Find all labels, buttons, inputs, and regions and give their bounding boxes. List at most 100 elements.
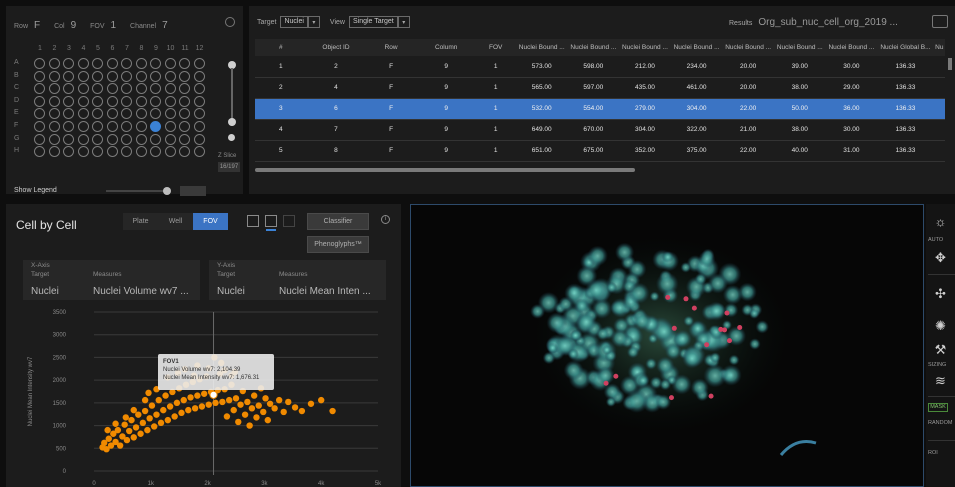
data-point[interactable] [123,436,131,444]
plate-well[interactable] [121,58,132,69]
data-point[interactable] [173,399,181,407]
tab-well[interactable]: Well [158,213,193,230]
data-point[interactable] [160,406,167,414]
plate-well[interactable] [106,83,118,95]
data-point[interactable] [112,420,119,427]
data-point[interactable] [237,401,244,408]
data-point[interactable] [291,404,299,411]
data-point[interactable] [130,406,137,414]
data-point[interactable] [132,424,140,431]
table-row[interactable]: 2 4 F 9 1 565.00 597.00 435.00 461.00 20.00 38.00 2… [255,77,945,99]
data-point[interactable] [329,407,336,415]
column-header[interactable]: Nuclei Bound ... [567,39,620,56]
data-point[interactable] [105,435,112,442]
column-header[interactable]: # [255,39,307,56]
plate-well[interactable] [92,133,103,145]
data-point[interactable] [212,399,219,407]
zslider-handle[interactable] [228,118,236,126]
grid-view-icon[interactable] [283,215,295,227]
plate-well[interactable] [193,108,205,120]
results-selector[interactable]: Results Org_sub_nuc_cell_org_2019 ... [729,17,898,28]
data-point[interactable] [205,401,212,408]
data-point[interactable] [114,426,122,434]
data-point[interactable] [137,430,144,437]
brightness-icon[interactable]: ☼ [926,214,955,229]
x-measure-value[interactable]: Nuclei Volume wv7 ... [93,286,189,297]
plate-well[interactable] [150,108,161,120]
plate-well[interactable] [179,121,190,132]
column-header[interactable]: Object ID [306,39,366,56]
data-point[interactable] [275,396,283,404]
plate-well[interactable] [92,108,103,120]
plate-well[interactable] [121,108,132,120]
data-point[interactable] [145,389,152,397]
plate-well[interactable] [92,146,103,158]
zslice-value[interactable]: 16/197 [218,162,240,172]
plate-well[interactable] [63,121,74,132]
classifier-button[interactable]: Classifier [307,213,369,230]
plate-well[interactable] [164,121,176,132]
plate-well[interactable] [150,146,161,158]
horizontal-scrollbar[interactable] [255,168,635,172]
plate-well[interactable] [48,58,60,69]
data-point[interactable] [164,416,172,424]
auto-label[interactable]: AUTO [928,237,943,243]
column-header[interactable]: Nuclei Bound ... [515,39,568,56]
data-point[interactable] [191,405,199,412]
data-point[interactable] [171,413,178,420]
plate-well[interactable] [164,70,176,82]
data-point[interactable] [248,405,256,412]
plate-well[interactable] [34,95,45,107]
plate-well[interactable] [179,83,190,95]
plate-well[interactable] [135,83,147,95]
plate-well[interactable] [106,133,118,145]
plate-well[interactable] [135,121,147,132]
move-cross-icon[interactable]: ✣ [926,286,955,302]
data-point[interactable] [178,409,185,417]
table-row[interactable]: 4 7 F 9 1 649.00 670.00 304.00 322.00 21.00 38.00 3… [255,119,945,141]
image-viewer[interactable] [410,204,924,487]
data-point[interactable] [241,411,249,418]
data-point[interactable] [148,402,156,409]
legend-slider[interactable] [106,190,166,192]
chevron-down-icon[interactable]: ▾ [307,16,320,28]
plate-well[interactable] [150,70,161,82]
tab-plate[interactable]: Plate [123,213,158,230]
y-measure-value[interactable]: Nuclei Mean Inten ... [279,286,371,297]
plate-well[interactable] [92,95,103,107]
data-point[interactable] [307,400,315,407]
sizing-icon[interactable]: ⚒ [926,342,955,358]
plate-well[interactable] [63,58,74,69]
data-point[interactable] [141,407,149,415]
plate-well[interactable] [63,108,74,120]
plate-well[interactable] [179,108,190,120]
plate-well[interactable] [63,95,74,107]
plate-well[interactable] [179,70,190,82]
plate-well[interactable] [135,95,147,107]
layers-icon[interactable]: ≋ [926,373,955,389]
data-point[interactable] [244,398,251,406]
column-header[interactable]: Nuclei Bound ... [773,39,826,56]
mask-toggle[interactable]: MASK [928,403,948,412]
legend-slider-handle[interactable] [163,187,171,195]
data-point[interactable] [121,421,128,428]
data-point[interactable] [153,411,160,418]
data-point[interactable] [262,395,269,402]
plate-well[interactable] [48,70,60,82]
data-point[interactable] [225,396,233,404]
phenoglyphs-button[interactable]: Phenoglyphs™ [307,236,369,253]
plate-well[interactable] [121,95,132,107]
plate-well[interactable] [77,121,89,132]
zslider-bottom-knob[interactable] [228,134,235,141]
data-point[interactable] [253,414,260,421]
tab-fov[interactable]: FOV [193,213,228,230]
plate-well[interactable] [135,108,147,120]
scatter-view-icon[interactable] [265,215,277,231]
plate-well[interactable] [150,121,161,132]
data-point[interactable] [139,419,147,427]
column-header[interactable]: Row [365,39,417,56]
plate-well[interactable] [193,133,205,145]
data-point[interactable] [264,416,272,424]
plate-well[interactable] [121,146,132,158]
plate-well[interactable] [92,121,103,132]
